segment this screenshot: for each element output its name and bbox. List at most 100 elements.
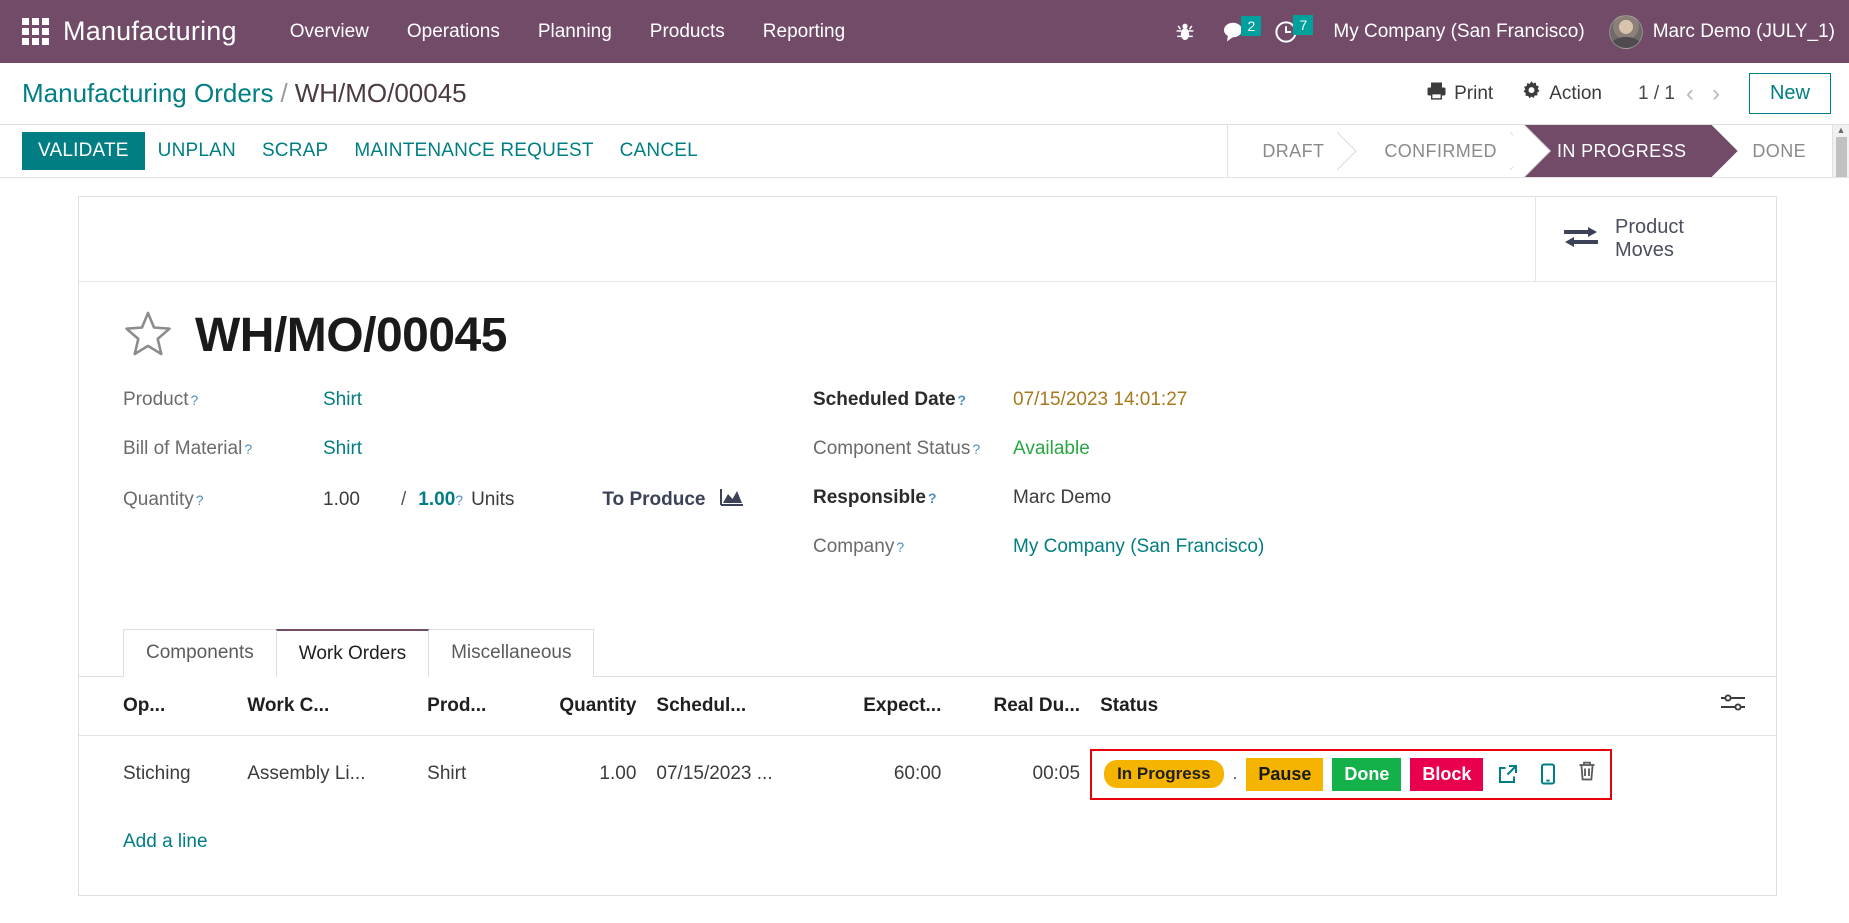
pager-previous-icon[interactable]: ‹ [1679, 81, 1701, 106]
maintenance-request-button[interactable]: MAINTENANCE REQUEST [341, 133, 606, 169]
unplan-button[interactable]: UNPLAN [145, 133, 249, 169]
field-bill-of-material-value[interactable]: Shirt [323, 438, 362, 460]
column-product[interactable]: Prod... [417, 677, 521, 736]
menu-item-reporting[interactable]: Reporting [744, 13, 864, 51]
menu-item-products[interactable]: Products [631, 13, 744, 51]
table-header-row: Op... Work C... Prod... Quantity Schedul… [79, 677, 1776, 736]
user-name-label: Marc Demo (JULY_1) [1652, 20, 1835, 42]
done-button[interactable]: Done [1332, 758, 1402, 791]
column-quantity[interactable]: Quantity [520, 677, 647, 736]
help-icon[interactable]: ? [190, 392, 198, 408]
stage-done[interactable]: DONE [1712, 125, 1832, 177]
field-quantity-label: Quantity ? [123, 489, 323, 511]
breadcrumb-manufacturing-orders[interactable]: Manufacturing Orders [22, 78, 273, 109]
to-produce-forecast[interactable]: To Produce [602, 487, 744, 512]
record-title-row: WH/MO/00045 [123, 308, 1732, 363]
external-link-icon[interactable] [1492, 762, 1524, 786]
tablet-icon[interactable] [1533, 762, 1563, 786]
cell-quantity[interactable]: 1.00 [520, 736, 646, 813]
scrollbar-thumb[interactable] [1835, 137, 1847, 177]
help-icon[interactable]: ? [958, 392, 967, 408]
pager-next-icon[interactable]: › [1705, 81, 1727, 106]
to-produce-label: To Produce [602, 488, 706, 510]
cell-real-duration[interactable]: 00:05 [951, 736, 1090, 813]
stage-draft[interactable]: DRAFT [1228, 125, 1350, 177]
menu-item-planning[interactable]: Planning [519, 13, 631, 51]
scrap-button[interactable]: SCRAP [249, 133, 341, 169]
messages-icon[interactable]: 2 [1209, 14, 1262, 50]
field-company-value[interactable]: My Company (San Francisco) [1013, 536, 1264, 558]
menu-item-overview[interactable]: Overview [271, 13, 388, 51]
activities-clock-icon[interactable]: 7 [1261, 13, 1314, 51]
control-panel-actions: Print Action 1 / 1 ‹ › New [1412, 73, 1831, 114]
field-component-status: Component Status ? Available [813, 438, 1732, 487]
form-column-right: Scheduled Date ? 07/15/2023 14:01:27 Com… [813, 389, 1732, 585]
help-icon[interactable]: ? [455, 492, 463, 508]
column-operation[interactable]: Op... [79, 677, 238, 736]
field-product-label: Product ? [123, 389, 323, 411]
notebook-tabs: Components Work Orders Miscellaneous [79, 629, 1776, 677]
block-button[interactable]: Block [1410, 758, 1484, 791]
field-product-value[interactable]: Shirt [323, 389, 362, 411]
add-a-line-button[interactable]: Add a line [79, 813, 208, 871]
table-row[interactable]: Stiching Assembly Li... Shirt 1.00 07/15… [79, 736, 1776, 813]
quantity-produced[interactable]: 1.00 [323, 489, 401, 511]
area-chart-icon[interactable] [719, 487, 744, 512]
menu-item-operations[interactable]: Operations [388, 13, 519, 51]
stage-in-progress[interactable]: IN PROGRESS [1522, 125, 1713, 177]
apps-grid-icon[interactable] [22, 18, 49, 45]
cell-product[interactable]: Shirt [417, 736, 520, 813]
field-scheduled-date-value[interactable]: 07/15/2023 14:01:27 [1013, 389, 1187, 411]
tab-miscellaneous[interactable]: Miscellaneous [428, 629, 595, 677]
field-quantity: Quantity ? 1.00 / 1.00 ? Units To Produc… [123, 487, 813, 536]
action-button[interactable]: Action [1507, 74, 1616, 113]
validate-button[interactable]: VALIDATE [22, 132, 145, 170]
field-responsible-value[interactable]: Marc Demo [1013, 487, 1111, 509]
page-title: WH/MO/00045 [195, 309, 507, 362]
column-scheduled[interactable]: Schedul... [646, 677, 824, 736]
quantity-to-produce[interactable]: 1.00 [418, 489, 455, 511]
cell-operation[interactable]: Stiching [79, 736, 237, 813]
help-icon[interactable]: ? [896, 539, 904, 555]
column-expected-duration[interactable]: Expect... [823, 677, 952, 736]
scroll-up-icon[interactable]: ▲ [1837, 125, 1846, 135]
product-moves-line2: Moves [1615, 239, 1674, 261]
help-icon[interactable]: ? [244, 441, 252, 457]
cancel-button[interactable]: CANCEL [607, 133, 711, 169]
app-brand-manufacturing[interactable]: Manufacturing [63, 16, 237, 47]
tab-work-orders[interactable]: Work Orders [275, 629, 430, 677]
print-button[interactable]: Print [1412, 75, 1507, 113]
trash-icon[interactable] [1572, 759, 1598, 789]
column-status[interactable]: Status [1090, 677, 1710, 736]
cell-work-center[interactable]: Assembly Li... [237, 736, 417, 813]
status-separator: . [1232, 764, 1238, 784]
user-menu[interactable]: Marc Demo (JULY_1) [1601, 14, 1835, 49]
printer-icon [1426, 81, 1447, 107]
field-product: Product ? Shirt [123, 389, 813, 438]
star-outline-icon[interactable] [123, 308, 173, 363]
field-responsible-label-text: Responsible [813, 487, 926, 508]
column-real-duration[interactable]: Real Du... [951, 677, 1091, 736]
stat-spacer [79, 197, 1536, 281]
optional-columns-toggle[interactable] [1710, 677, 1776, 736]
cell-status: In Progress . Pause Done Block [1090, 736, 1776, 813]
bug-icon[interactable] [1161, 15, 1209, 49]
cell-scheduled[interactable]: 07/15/2023 ... [646, 736, 823, 813]
column-work-center[interactable]: Work C... [237, 677, 418, 736]
help-icon[interactable]: ? [196, 492, 204, 508]
cell-expected-duration[interactable]: 60:00 [824, 736, 952, 813]
company-switcher[interactable]: My Company (San Francisco) [1313, 21, 1600, 43]
field-bill-of-material-label: Bill of Material ? [123, 438, 323, 460]
work-orders-table: Op... Work C... Prod... Quantity Schedul… [79, 677, 1776, 813]
settings-sliders-icon[interactable] [1720, 694, 1746, 718]
stat-button-box: Product Moves [79, 197, 1776, 282]
pause-button[interactable]: Pause [1246, 758, 1324, 791]
tab-components[interactable]: Components [123, 629, 277, 677]
field-component-status-label-text: Component Status [813, 438, 971, 459]
help-icon[interactable]: ? [928, 490, 937, 506]
new-button[interactable]: New [1748, 73, 1831, 114]
vertical-scrollbar[interactable]: ▲ [1832, 125, 1849, 177]
help-icon[interactable]: ? [972, 441, 980, 457]
field-company-label: Company ? [813, 536, 1013, 558]
product-moves-stat-button[interactable]: Product Moves [1536, 197, 1776, 281]
